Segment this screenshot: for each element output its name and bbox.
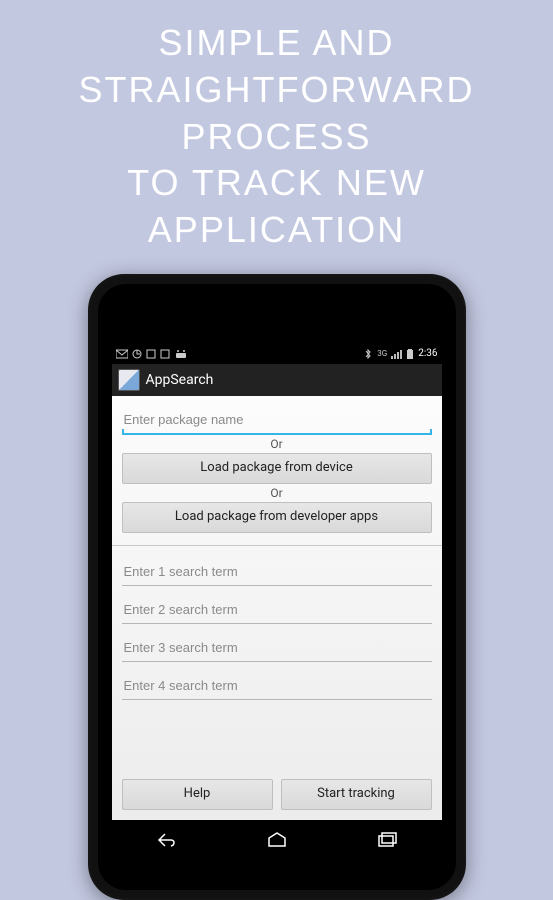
start-tracking-button[interactable]: Start tracking (281, 779, 432, 810)
home-icon[interactable] (265, 831, 289, 849)
search-term-1-input[interactable] (122, 558, 432, 586)
package-name-input[interactable] (122, 406, 432, 435)
or-label-1: Or (122, 437, 432, 451)
promo-line-2: STRAIGHTFORWARD PROCESS (0, 67, 553, 161)
phone-screen: 3G 2:36 AppSearch Or Load package from d… (112, 344, 442, 820)
action-bar: AppSearch (112, 364, 442, 396)
email-icon (116, 349, 128, 359)
android-icon (174, 349, 188, 359)
android-nav-bar (112, 820, 442, 860)
recents-icon[interactable] (375, 831, 399, 849)
load-from-device-button[interactable]: Load package from device (122, 453, 432, 484)
app-title: AppSearch (146, 372, 214, 388)
box-icon (146, 349, 156, 359)
main-content: Or Load package from device Or Load pack… (112, 396, 442, 820)
back-icon[interactable] (155, 831, 179, 849)
search-term-3-input[interactable] (122, 634, 432, 662)
signal-icon (391, 349, 402, 359)
bluetooth-icon (363, 349, 373, 359)
phone-inner: 3G 2:36 AppSearch Or Load package from d… (98, 284, 456, 890)
or-label-2: Or (122, 486, 432, 500)
section-divider (112, 545, 442, 546)
help-button[interactable]: Help (122, 779, 273, 810)
sync-icon (132, 349, 142, 359)
app-icon (118, 369, 140, 391)
data-label: 3G (377, 349, 387, 358)
bottom-button-row: Help Start tracking (122, 779, 432, 814)
package-section: Or Load package from device Or Load pack… (122, 402, 432, 537)
status-bar-left (116, 349, 188, 359)
status-time: 2:36 (418, 348, 437, 359)
status-bar-right: 3G 2:36 (363, 348, 437, 359)
box-icon-2 (160, 349, 170, 359)
status-bar: 3G 2:36 (112, 344, 442, 364)
search-term-4-input[interactable] (122, 672, 432, 700)
search-term-2-input[interactable] (122, 596, 432, 624)
battery-icon (406, 349, 414, 359)
promo-heading: SIMPLE AND STRAIGHTFORWARD PROCESS TO TR… (0, 20, 553, 254)
promo-line-3: TO TRACK NEW APPLICATION (0, 160, 553, 254)
phone-frame: 3G 2:36 AppSearch Or Load package from d… (88, 274, 466, 900)
search-terms-section (122, 554, 432, 704)
load-from-developer-button[interactable]: Load package from developer apps (122, 502, 432, 533)
promo-line-1: SIMPLE AND (0, 20, 553, 67)
